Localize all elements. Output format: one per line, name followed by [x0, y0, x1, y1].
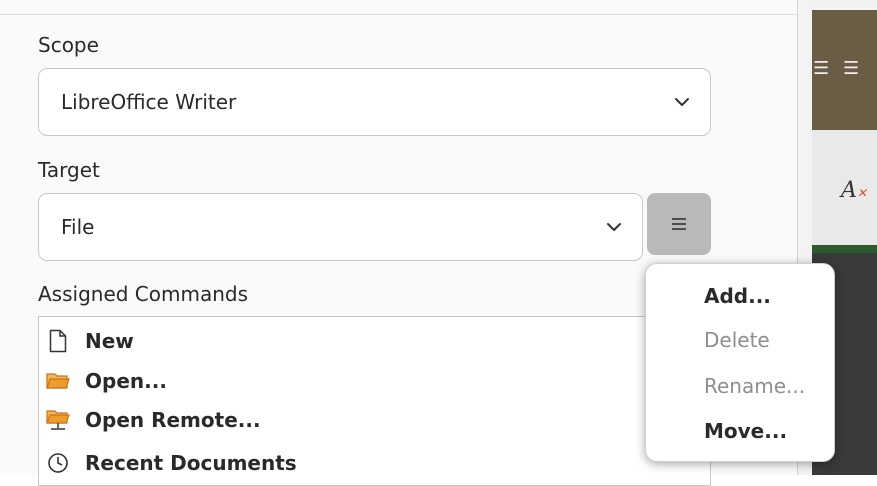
- list-item[interactable]: Recent Documents: [39, 444, 297, 482]
- background-sidebar-panel: A✕: [811, 130, 877, 245]
- target-popup-menu: Add... Delete Rename... Move...: [645, 263, 835, 462]
- clock-icon: [45, 450, 71, 476]
- document-icon: [45, 328, 71, 354]
- chevron-down-icon: [607, 223, 621, 231]
- chevron-down-icon: [675, 98, 689, 106]
- menu-item-add[interactable]: Add...: [704, 284, 771, 308]
- list-item[interactable]: Open...: [39, 362, 167, 400]
- menu-item-rename: Rename...: [704, 374, 806, 398]
- background-ruler-strip: [811, 245, 877, 253]
- background-toolbar: ☰ ☰: [811, 10, 877, 130]
- scope-value: LibreOffice Writer: [61, 90, 237, 114]
- assigned-commands-label: Assigned Commands: [38, 282, 249, 306]
- list-item-label: Open...: [85, 369, 167, 393]
- align-justify-icon: ☰: [843, 58, 860, 79]
- list-item-label: Open Remote...: [85, 408, 261, 432]
- background-app-titlebar: [811, 0, 877, 10]
- hamburger-menu-icon: [672, 218, 686, 230]
- remote-folder-icon: [45, 407, 71, 433]
- scope-label: Scope: [38, 33, 99, 57]
- menu-item-move[interactable]: Move...: [704, 419, 787, 443]
- list-item[interactable]: New: [39, 322, 134, 360]
- folder-icon: [45, 368, 71, 394]
- list-item-label: New: [85, 329, 134, 353]
- target-menu-button[interactable]: [647, 193, 711, 255]
- target-label: Target: [38, 158, 100, 182]
- target-value: File: [61, 215, 95, 239]
- top-separator: [0, 14, 797, 15]
- target-dropdown[interactable]: File: [38, 193, 643, 261]
- align-right-icon: ☰: [813, 58, 830, 79]
- assigned-commands-list[interactable]: New Open... Open Remote... Recent Docume…: [38, 316, 711, 486]
- list-item[interactable]: Open Remote...: [39, 401, 261, 439]
- scope-dropdown[interactable]: LibreOffice Writer: [38, 68, 711, 136]
- menu-item-delete: Delete: [704, 328, 770, 352]
- list-item-label: Recent Documents: [85, 451, 297, 475]
- clear-formatting-icon: A✕: [841, 178, 867, 203]
